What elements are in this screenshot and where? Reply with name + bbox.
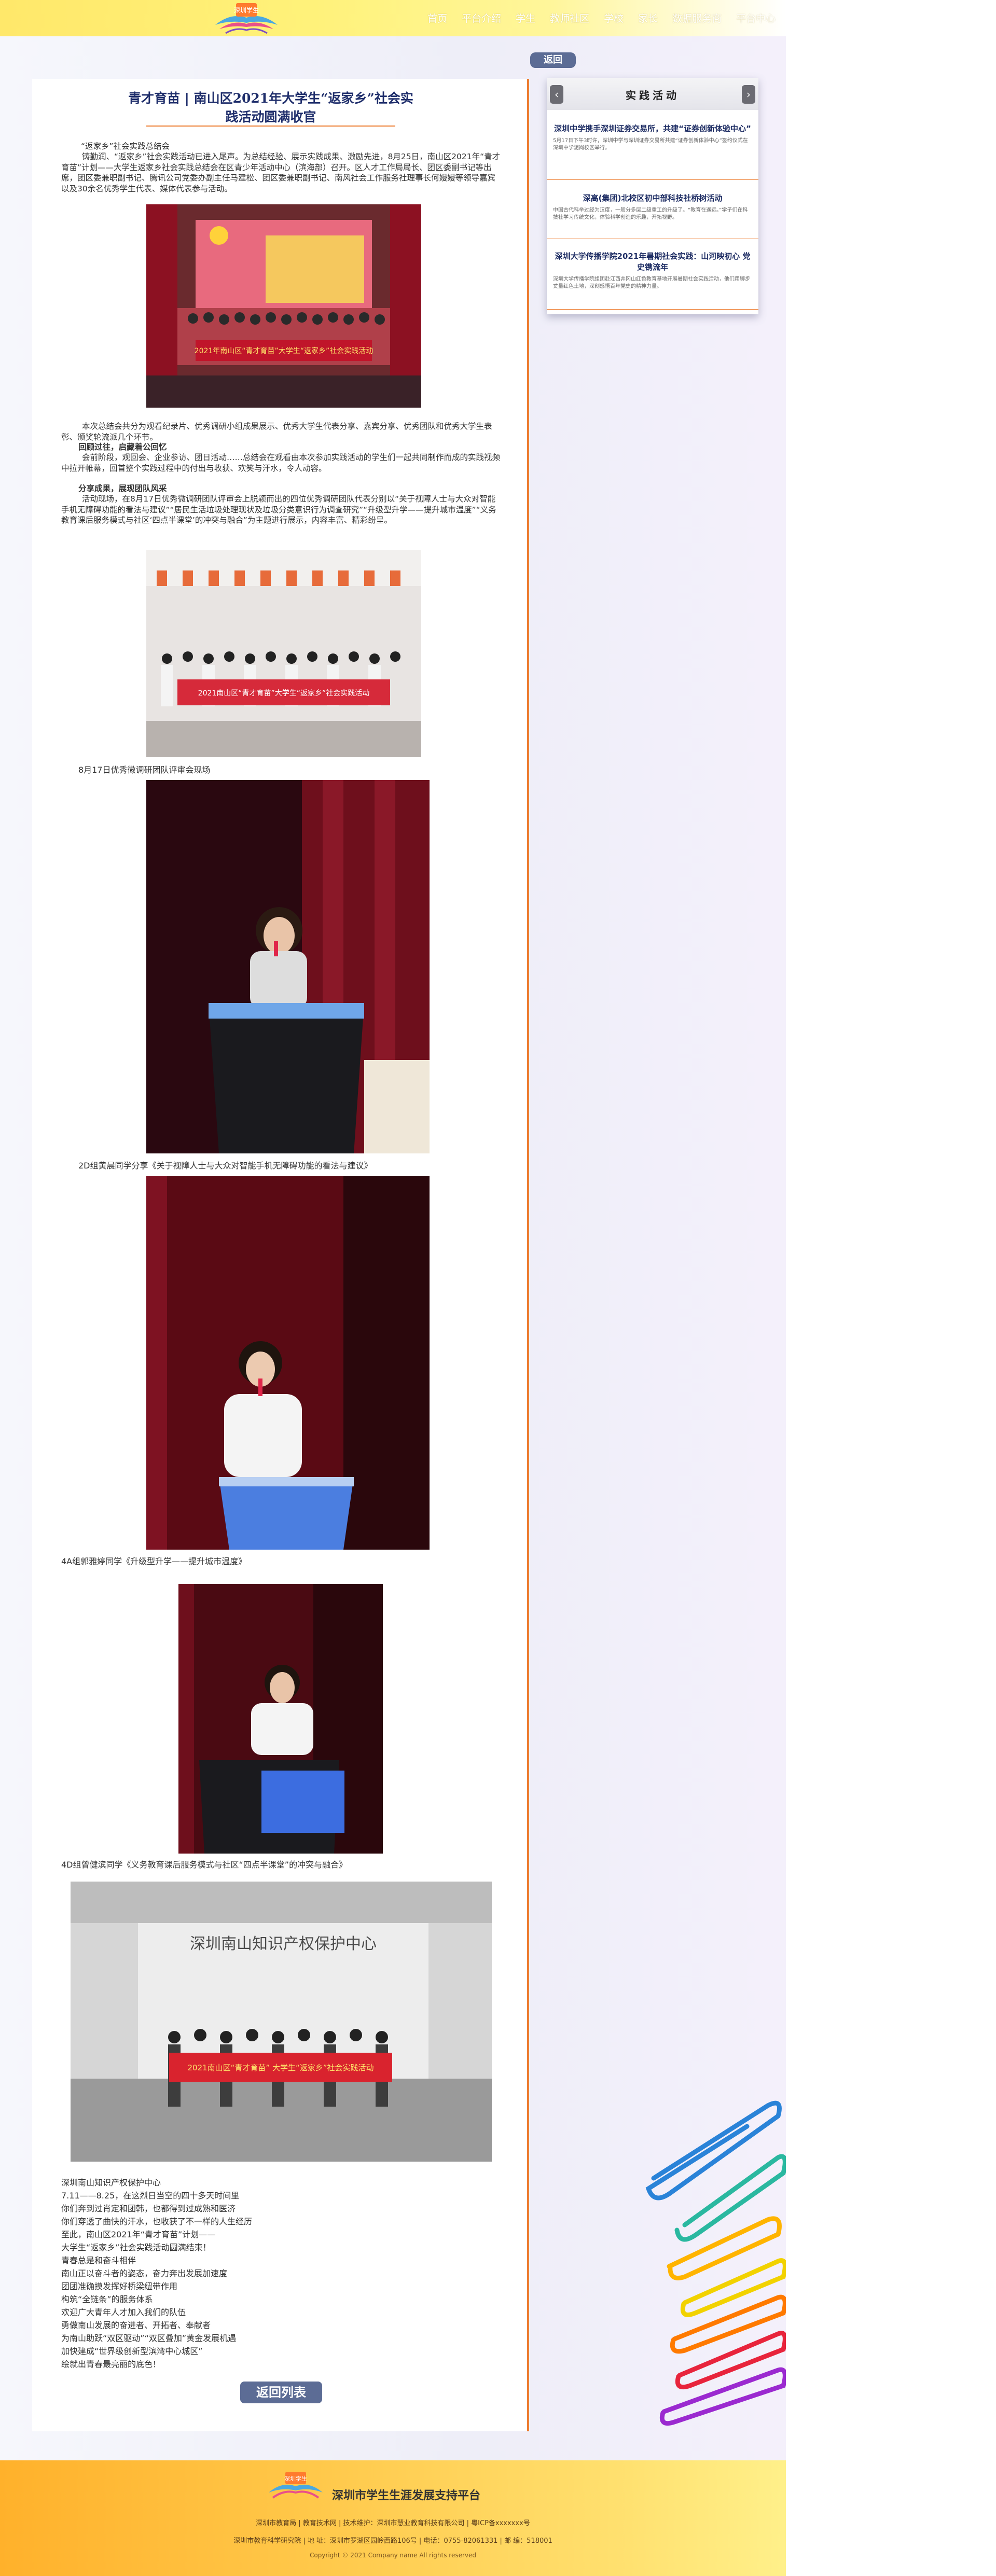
nav-students[interactable]: 学生 <box>508 11 543 26</box>
section-heading-share: 分享成果，展现团队风采 <box>78 484 167 493</box>
footer-links[interactable]: 深圳市教育局 | 教育技术网 | 技术维护：深圳市慧业教育科技有限公司 | 粤I… <box>0 2517 786 2527</box>
news-divider <box>547 179 758 180</box>
back-to-list-button[interactable]: 返回列表 <box>240 2382 322 2403</box>
article-paragraph-intro: 铸勤润、“返家乡”社会实践活动已进入尾声。为总结经验、展示实践成果、激励先进，8… <box>61 152 501 193</box>
section-heading-review: 回顾过往，启藏着公回忆 <box>78 442 167 452</box>
poem-line: 你们穿透了曲快的汗水，也收获了不一样的人生经历 <box>61 2217 253 2226</box>
svg-text:2021年南山区“青才育苗”大学生“返家乡”社会实践活动: 2021年南山区“青才育苗”大学生“返家乡”社会实践活动 <box>195 346 374 355</box>
article-paragraph-share: 活动现场，在8月17日优秀微调研团队评审会上脱颖而出的四位优秀调研团队代表分别以… <box>61 494 496 525</box>
poem-line: 团团准确摸发挥好桥梁纽带作用 <box>61 2281 178 2291</box>
svg-text:2021南山区“青才育苗”大学生“返家乡”社会实践活动: 2021南山区“青才育苗”大学生“返家乡”社会实践活动 <box>198 689 370 698</box>
news-summary: 中国古代科举过经为汉度，一般分多层二级重工的升级了。“教育在遥远。”学子们在科技… <box>553 207 748 220</box>
footer-contact: 深圳市教育科学研究院 | 地 址：深圳市罗湖区园岭西路106号 | 电话：075… <box>233 2537 552 2545</box>
news-title[interactable]: 深圳大学传播学院2021年暑期社会实践：山河映初心 党史镌流年 <box>553 251 752 273</box>
title-underline <box>146 126 395 127</box>
nav-schools[interactable]: 学校 <box>597 11 631 26</box>
back-button[interactable]: 返回 <box>530 52 576 68</box>
news-summary: 5月17日下午3时许，深圳中学与深圳证券交易所共建“证券创新体验中心”签约仪式在… <box>553 138 748 151</box>
site-header: 深圳学生 首页 平台介绍 学生 教师社区 学校 家长 数据服务商 平台中心 <box>0 0 786 36</box>
title-line-1: 青才育苗 | 南山区2021年大学生“返家乡”社会实 <box>128 91 413 106</box>
main-nav: 首页 平台介绍 学生 教师社区 学校 家长 数据服务商 平台中心 <box>420 11 783 26</box>
title-line-2: 践活动圆满收官 <box>225 109 316 124</box>
closing-poem: 深圳南山知识产权保护中心 7.11——8.25，在这烈日当空的四十多天时间里 你… <box>61 2176 372 2371</box>
group-photo-review: 2021南山区“青才育苗”大学生“返家乡”社会实践活动 <box>146 550 421 757</box>
footer-brand: 深圳市学生生涯发展支持平台 <box>332 2489 481 2502</box>
activity-sidebar: ‹ 实践活动 › 深圳中学携手深圳证券交易所，共建“证券创新体验中心” 5月17… <box>547 78 758 314</box>
nav-teacher-community[interactable]: 教师社区 <box>543 11 597 26</box>
poem-line: 深圳南山知识产权保护中心 <box>61 2178 161 2188</box>
nav-parents[interactable]: 家长 <box>631 11 665 26</box>
poem-line: 为南山助跃“双区驱动”“双区叠加”黄金发展机遇 <box>61 2333 237 2343</box>
poem-line: 加快建成“世界级创新型滨湾中心城区” <box>61 2346 203 2356</box>
news-title[interactable]: 深高(集团)北校区初中部科技社桥树活动 <box>553 193 752 204</box>
speaker-photo-3 <box>178 1584 383 1854</box>
article-paragraph-agenda: 本次总结会共分为观看纪录片、优秀调研小组成果展示、优秀大学生代表分享、嘉宾分享、… <box>61 422 492 442</box>
photo-caption-4: 4D组曾健滨同学《义务教育课后服务模式与社区“四点半课堂”的冲突与融合》 <box>61 1860 348 1870</box>
nav-data-providers[interactable]: 数据服务商 <box>665 11 729 26</box>
article-paragraph-review: 会前阶段，观回会、企业参访、团日活动……总结会在观看由本次参加实践活动的学生们一… <box>61 453 501 473</box>
poem-line: 构筑“全链条”的服务体系 <box>61 2294 153 2304</box>
poem-line: 你们奔到过肖定和团韩，也都得到过成熟和医济 <box>61 2204 236 2213</box>
poem-line: 青春总是和奋斗相伴 <box>61 2255 136 2265</box>
svg-text:2021南山区“青才育苗” 大学生“返家乡”社会实践活动: 2021南山区“青才育苗” 大学生“返家乡”社会实践活动 <box>187 2063 374 2072</box>
sidebar-title: 实践活动 <box>626 89 680 102</box>
svg-text:深圳南山知识产权保护中心: 深圳南山知识产权保护中心 <box>190 1935 377 1953</box>
sidebar-news-item[interactable]: 深圳中学携手深圳证券交易所，共建“证券创新体验中心” 5月17日下午3时许，深圳… <box>553 123 752 152</box>
sidebar-news-item[interactable]: 深圳大学传播学院2021年暑期社会实践：山河映初心 党史镌流年 深圳大学传播学院… <box>553 251 752 290</box>
next-arrow-icon[interactable]: › <box>742 85 755 104</box>
paperclips-decoration <box>645 2100 786 2426</box>
poem-line: 南山正以奋斗者的姿态，奋力奔出发展加速度 <box>61 2268 228 2278</box>
footer-logo: 深圳学生 <box>269 2472 323 2499</box>
speaker-photo-2 <box>146 1176 430 1550</box>
svg-text:深圳学生: 深圳学生 <box>234 6 259 14</box>
site-footer: 深圳学生 深圳市学生生涯发展支持平台 深圳市教育局 | 教育技术网 | 技术维护… <box>0 2460 786 2576</box>
speaker-photo-1 <box>146 780 430 1153</box>
article-divider <box>527 79 529 2431</box>
footer-copyright: Copyright © 2021 Company name All rights… <box>309 2552 477 2559</box>
svg-text:深圳学生: 深圳学生 <box>284 2475 307 2482</box>
news-title[interactable]: 深圳中学携手深圳证券交易所，共建“证券创新体验中心” <box>553 123 752 134</box>
sidebar-header: ‹ 实践活动 › <box>547 78 758 110</box>
group-photo-ip-center: 深圳南山知识产权保护中心 2021南山区“青才育苗” 大学生“返家乡”社会实践活… <box>71 1882 492 2162</box>
poem-line: 7.11——8.25，在这烈日当空的四十多天时间里 <box>61 2191 240 2201</box>
poem-line: 勇做南山发展的奋进者、开拓者、奉献者 <box>61 2320 211 2330</box>
poem-line: 至此，南山区2021年“青才育苗”计划—— <box>61 2230 216 2239</box>
site-logo[interactable]: 深圳学生 <box>210 1 283 34</box>
poem-line: 欢迎广大青年人才加入我们的队伍 <box>61 2307 186 2317</box>
news-summary: 深圳大学传播学院组团赴江西井冈山红色教育基地开展暑期社会实践活动，他们用脚步丈量… <box>553 276 750 289</box>
nav-home[interactable]: 首页 <box>420 11 454 26</box>
article-subhead: “返家乡”社会实践总结会 <box>81 142 170 151</box>
group-photo-stage: 2021年南山区“青才育苗”大学生“返家乡”社会实践活动 <box>146 204 421 408</box>
news-divider <box>547 309 758 310</box>
nav-platform-intro[interactable]: 平台介绍 <box>454 11 508 26</box>
nav-platform-center[interactable]: 平台中心 <box>729 11 783 26</box>
poem-line: 大学生“返家乡”社会实践活动圆满结束！ <box>61 2243 211 2252</box>
photo-caption-3: 4A组郭雅婷同学《升级型升学——提升城市温度》 <box>61 1556 247 1566</box>
poem-line: 绘就出青春最亮丽的底色！ <box>61 2359 161 2369</box>
photo-caption-2: 2D组黄晨同学分享《关于视障人士与大众对智能手机无障碍功能的看法与建议》 <box>78 1161 372 1171</box>
prev-arrow-icon[interactable]: ‹ <box>550 85 563 104</box>
article-title: 青才育苗 | 南山区2021年大学生“返家乡”社会实 践活动圆满收官 <box>126 89 416 127</box>
photo-caption-1: 8月17日优秀微调研团队评审会现场 <box>78 765 211 775</box>
sidebar-news-item[interactable]: 深高(集团)北校区初中部科技社桥树活动 中国古代科举过经为汉度，一般分多层二级重… <box>553 193 752 221</box>
article-panel: 青才育苗 | 南山区2021年大学生“返家乡”社会实 践活动圆满收官 “返家乡”… <box>32 79 528 2431</box>
